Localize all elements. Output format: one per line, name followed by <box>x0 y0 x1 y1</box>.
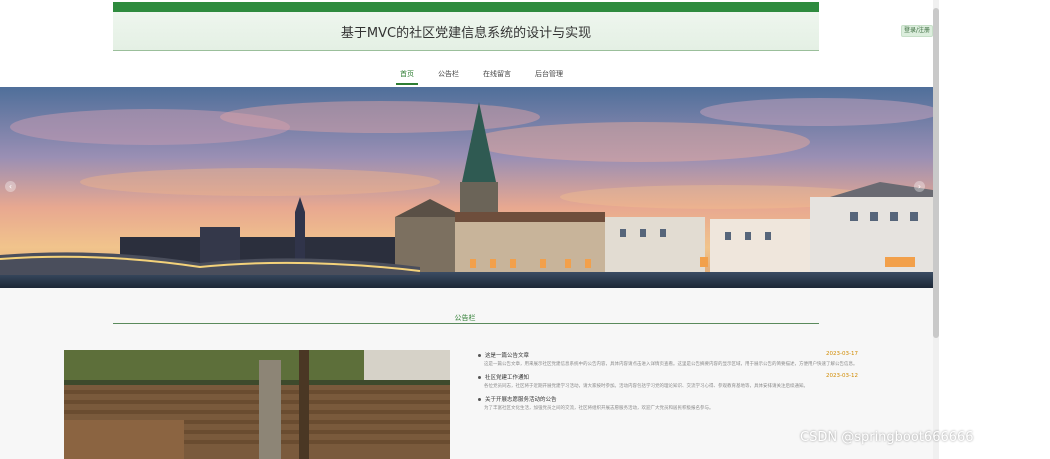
notice-summary: 各位党员同志，社区将于近期开展党建学习活动，请大家按时参加。活动内容包括学习党的… <box>484 384 808 389</box>
watermark: CSDN @springboot666666 <box>800 430 974 445</box>
bullet-icon <box>478 398 481 401</box>
header-top-bar <box>113 2 819 12</box>
nav-item-notices[interactable]: 公告栏 <box>434 65 463 85</box>
notice-title[interactable]: 这是一篇公告文章 <box>485 353 529 359</box>
site-title: 基于MVC的社区党建信息系统的设计与实现 <box>340 26 592 41</box>
nav-item-admin[interactable]: 后台管理 <box>531 65 567 85</box>
notice-photo <box>64 350 450 459</box>
notice-list: 这是一篇公告文章 2023-03-17 这是一篇公告文章，用来展示社区党建信息系… <box>478 351 858 417</box>
page-scrollbar[interactable] <box>933 0 939 459</box>
banner-prev-button[interactable]: ‹ <box>5 181 16 192</box>
header-title-band: 基于MVC的社区党建信息系统的设计与实现 <box>113 12 819 51</box>
nav-item-messages[interactable]: 在线留言 <box>479 65 515 85</box>
section-title: 公告栏 <box>454 314 476 322</box>
notice-title[interactable]: 关于开展志愿服务活动的公告 <box>485 397 557 403</box>
notice-title[interactable]: 社区党建工作通知 <box>485 375 529 381</box>
login-button[interactable]: 登录/注册 <box>901 25 933 37</box>
list-item[interactable]: 这是一篇公告文章 2023-03-17 这是一篇公告文章，用来展示社区党建信息系… <box>478 351 858 368</box>
list-item[interactable]: 关于开展志愿服务活动的公告 为了丰富社区文化生活，加强党员之间的交流，社区将组织… <box>478 395 858 412</box>
main-nav: 首页 公告栏 在线留言 后台管理 <box>396 65 567 85</box>
list-item[interactable]: 社区党建工作通知 2023-03-12 各位党员同志，社区将于近期开展党建学习活… <box>478 373 858 390</box>
banner-carousel[interactable]: ‹ › <box>0 87 933 288</box>
scrollbar-thumb[interactable] <box>933 8 939 338</box>
notice-date: 2023-03-17 <box>826 351 858 357</box>
banner-image <box>0 87 933 288</box>
notice-image[interactable] <box>64 350 450 459</box>
banner-next-button[interactable]: › <box>914 181 925 192</box>
notice-date: 2023-03-12 <box>826 373 858 379</box>
nav-item-home[interactable]: 首页 <box>396 65 418 85</box>
notice-summary: 为了丰富社区文化生活，加强党员之间的交流，社区将组织开展志愿服务活动，欢迎广大党… <box>484 406 714 411</box>
bullet-icon <box>478 376 481 379</box>
notice-summary: 这是一篇公告文章，用来展示社区党建信息系统中的公告内容，具体内容请点击进入详情页… <box>484 362 858 367</box>
bullet-icon <box>478 354 481 357</box>
section-divider <box>113 323 819 324</box>
